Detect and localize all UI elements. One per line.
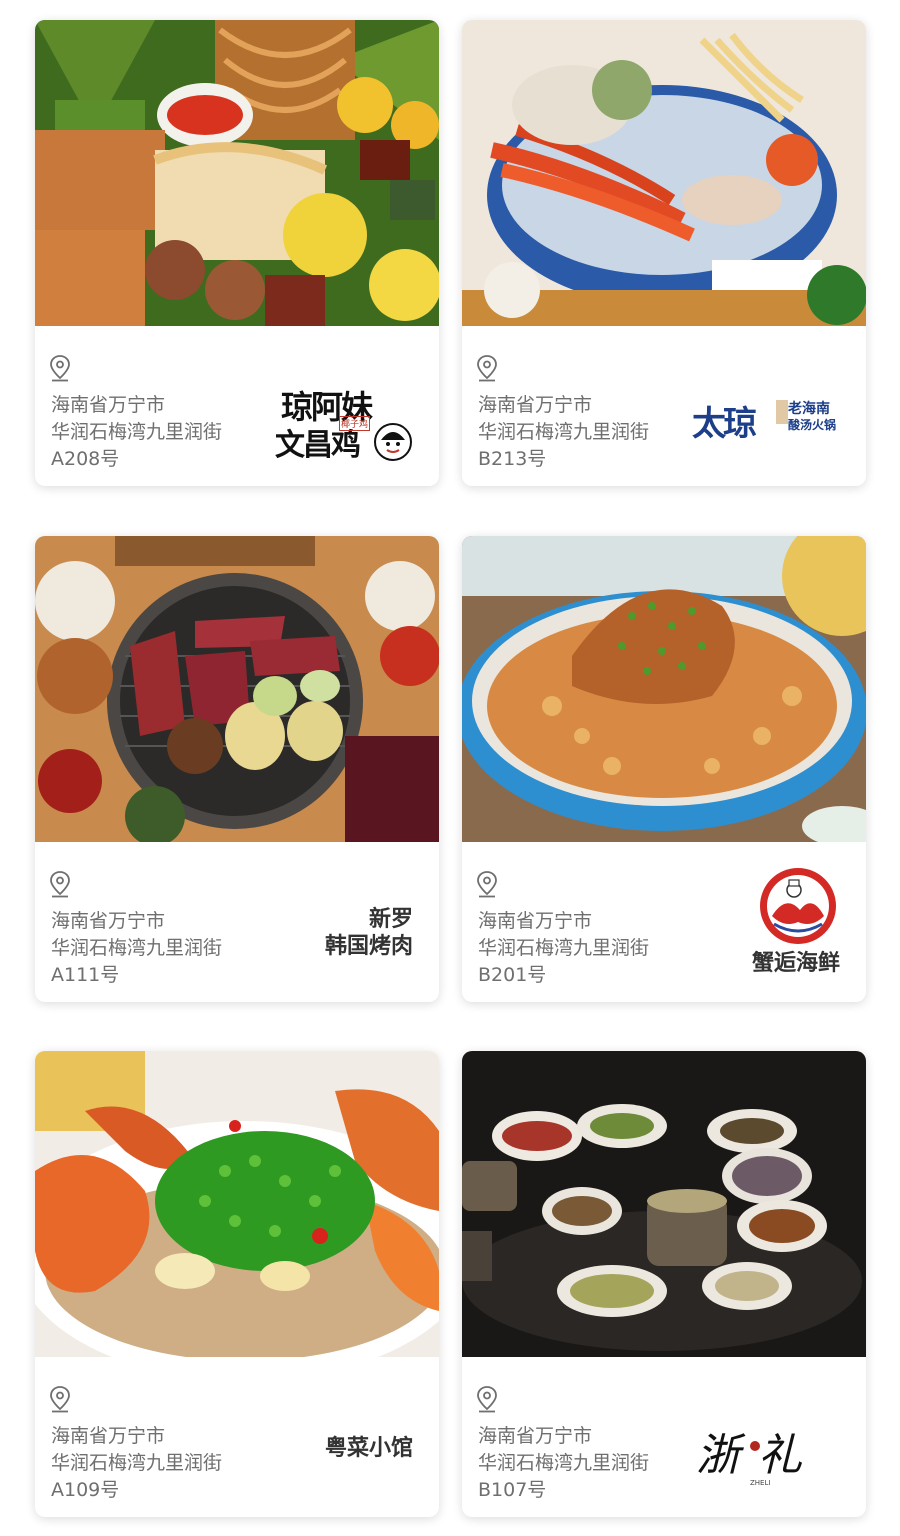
location-pin-icon — [477, 871, 497, 898]
restaurant-address: 海南省万宁市 华润石梅湾九里润街 A111号 — [51, 908, 301, 989]
restaurant-card-qiongamei[interactable]: 海南省万宁市 华润石梅湾九里润街 A208号 琼阿妹 文昌鸡 椰子鸡 — [35, 20, 439, 486]
address-line-2: 华润石梅湾九里润街 — [478, 421, 650, 443]
location-pin-icon — [50, 871, 70, 898]
restaurant-address: 海南省万宁市 华润石梅湾九里润街 B107号 — [478, 1423, 728, 1504]
address-line-1: 海南省万宁市 — [478, 910, 593, 932]
unit-number: B201号 — [478, 964, 547, 986]
location-pin-icon — [50, 1386, 70, 1413]
seal-stamp — [750, 1441, 760, 1451]
restaurant-address: 海南省万宁市 华润石梅湾九里润街 A109号 — [51, 1423, 301, 1504]
brand-logo-taiqiong: 太琼 老海南 酸汤火锅 — [692, 400, 837, 444]
food-photo-hainan-platter — [35, 20, 439, 326]
crab-logo-icon — [760, 868, 836, 944]
brand-name-xiehou: 蟹逅海鲜 — [751, 950, 840, 976]
address-line-1: 海南省万宁市 — [51, 1425, 166, 1447]
restaurant-address: 海南省万宁市 华润石梅湾九里润街 A208号 — [51, 392, 301, 473]
restaurant-card-xinluo[interactable]: 海南省万宁市 华润石梅湾九里润街 A111号 新罗 韩国烤肉 — [35, 536, 439, 1002]
food-photo-steamed-fish — [462, 536, 866, 842]
address-line-1: 海南省万宁市 — [51, 394, 166, 416]
chef-avatar-icon — [374, 423, 412, 461]
brand-logo-qiongamei: 琼阿妹 文昌鸡 椰子鸡 — [265, 366, 415, 466]
restaurant-address: 海南省万宁市 华润石梅湾九里润街 B201号 — [478, 908, 728, 989]
address-line-2: 华润石梅湾九里润街 — [51, 937, 223, 959]
food-photo-seafood-hotpot — [462, 20, 866, 326]
address-line-2: 华润石梅湾九里润街 — [478, 1452, 650, 1474]
address-line-1: 海南省万宁市 — [478, 394, 593, 416]
location-pin-icon — [477, 1386, 497, 1413]
brand-logo-zheli: 浙礼 ZHELI — [696, 1430, 820, 1487]
unit-number: A109号 — [51, 1479, 120, 1501]
food-photo-crab-rice — [35, 1051, 439, 1357]
brand-name-yuecai: 粤菜小馆 — [324, 1435, 413, 1461]
restaurant-card-zheli[interactable]: 海南省万宁市 华润石梅湾九里润街 B107号 浙礼 ZHELI — [462, 1051, 866, 1517]
location-pin-icon — [50, 355, 70, 382]
brand-name-xinluo: 新罗 韩国烤肉 — [324, 906, 413, 959]
address-line-1: 海南省万宁市 — [478, 1425, 593, 1447]
address-line-2: 华润石梅湾九里润街 — [478, 937, 650, 959]
restaurant-address: 海南省万宁市 华润石梅湾九里润街 B213号 — [478, 392, 728, 473]
restaurant-card-taiqiong[interactable]: 海南省万宁市 华润石梅湾九里润街 B213号 太琼 老海南 酸汤火锅 — [462, 20, 866, 486]
address-line-1: 海南省万宁市 — [51, 910, 166, 932]
unit-number: B107号 — [478, 1479, 547, 1501]
restaurant-grid: 海南省万宁市 华润石梅湾九里润街 A208号 琼阿妹 文昌鸡 椰子鸡 海南省万宁… — [0, 0, 900, 1536]
restaurant-card-yuecai[interactable]: 海南省万宁市 华润石梅湾九里润街 A109号 粤菜小馆 — [35, 1051, 439, 1517]
address-line-2: 华润石梅湾九里润街 — [51, 421, 223, 443]
restaurant-card-xiehou[interactable]: 海南省万宁市 华润石梅湾九里润街 B201号 蟹逅海鲜 — [462, 536, 866, 1002]
location-pin-icon — [477, 355, 497, 382]
food-photo-korean-bbq — [35, 536, 439, 842]
logo-stamp — [776, 400, 788, 424]
unit-number: B213号 — [478, 448, 547, 470]
unit-number: A208号 — [51, 448, 120, 470]
unit-number: A111号 — [51, 964, 120, 986]
food-photo-zhejiang-dishes — [462, 1051, 866, 1357]
address-line-2: 华润石梅湾九里润街 — [51, 1452, 223, 1474]
